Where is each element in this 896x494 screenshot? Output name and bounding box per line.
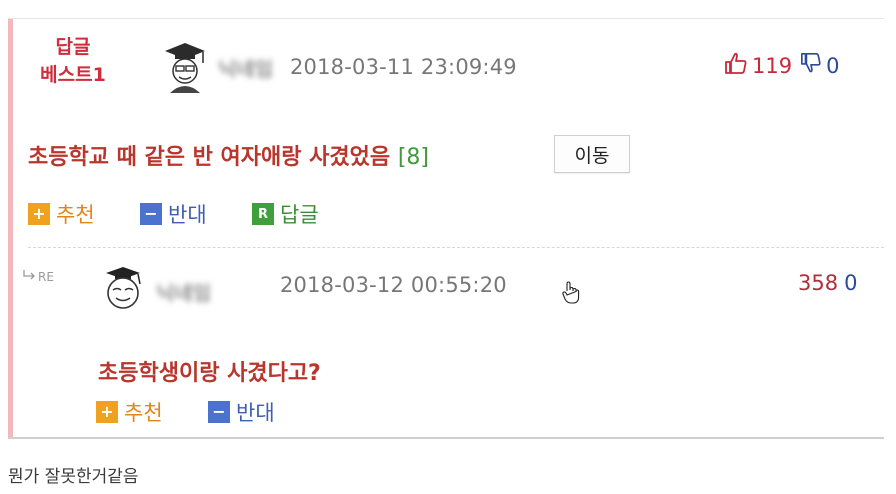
reply-recommend-label: 추천 xyxy=(124,401,163,425)
post-timestamp: 2018-03-11 23:09:49 xyxy=(290,55,517,79)
reply-oppose-label: 반대 xyxy=(236,401,275,425)
oppose-label: 반대 xyxy=(168,203,207,227)
hand-cursor-icon xyxy=(562,281,580,309)
best-reply-badge: 답글 베스트1 xyxy=(36,33,110,89)
upvote-count: 119 xyxy=(752,53,793,78)
best-accent-bar xyxy=(8,19,13,437)
move-button[interactable]: 이동 xyxy=(554,135,630,173)
minus-icon: − xyxy=(208,401,230,423)
reply-vote-counts: 358 0 xyxy=(798,271,857,295)
avatar-graduation-cap-icon[interactable] xyxy=(164,41,206,93)
downvote-count: 0 xyxy=(826,53,840,78)
best-badge-line2: 베스트1 xyxy=(40,64,106,86)
best-comment-text[interactable]: 초등학교 때 같은 반 여자애랑 사겼었음 xyxy=(28,145,390,170)
username-blurred[interactable]: 닉네임 xyxy=(218,53,273,82)
minus-icon: − xyxy=(140,203,162,225)
reply-comment-text[interactable]: 초등학생이랑 사겼다고? xyxy=(98,355,321,387)
thumbs-up-icon[interactable] xyxy=(724,51,748,80)
reply-downvote-count: 0 xyxy=(844,271,858,295)
reply-indicator: RE xyxy=(22,269,54,284)
best-comment-title[interactable]: 초등학교 때 같은 반 여자애랑 사겼었음 [8] xyxy=(28,139,429,171)
reply-arrow-icon xyxy=(22,269,36,284)
reply-label: 답글 xyxy=(280,203,319,227)
reply-r-icon: R xyxy=(252,203,274,225)
re-label: RE xyxy=(38,269,54,284)
reply-timestamp: 2018-03-12 00:55:20 xyxy=(280,273,507,297)
recommend-label: 추천 xyxy=(56,203,95,227)
reply-oppose-button[interactable]: − 반대 xyxy=(208,397,275,427)
plus-icon: + xyxy=(96,401,118,423)
thumbs-down-icon[interactable] xyxy=(800,52,822,79)
recommend-button[interactable]: + 추천 xyxy=(28,199,95,229)
plus-icon: + xyxy=(28,203,50,225)
best-badge-line1: 답글 xyxy=(55,36,91,58)
oppose-button[interactable]: − 반대 xyxy=(140,199,207,229)
reply-count: [8] xyxy=(397,145,429,170)
reply-recommend-button[interactable]: + 추천 xyxy=(96,397,163,427)
reply-upvote-count: 358 xyxy=(798,271,839,295)
avatar-cartoon-face-icon[interactable] xyxy=(102,263,144,315)
reply-button[interactable]: R 답글 xyxy=(252,199,319,229)
comment-card: 답글 베스트1 닉네임 2018-03-11 23:09:49 119 0 초등… xyxy=(8,18,884,439)
vote-counts: 119 0 xyxy=(724,51,839,80)
comment-divider xyxy=(28,247,884,248)
reply-username-blurred[interactable]: 닉네임 xyxy=(156,277,211,306)
post-caption: 뭔가 잘못한거같음 xyxy=(8,467,139,487)
